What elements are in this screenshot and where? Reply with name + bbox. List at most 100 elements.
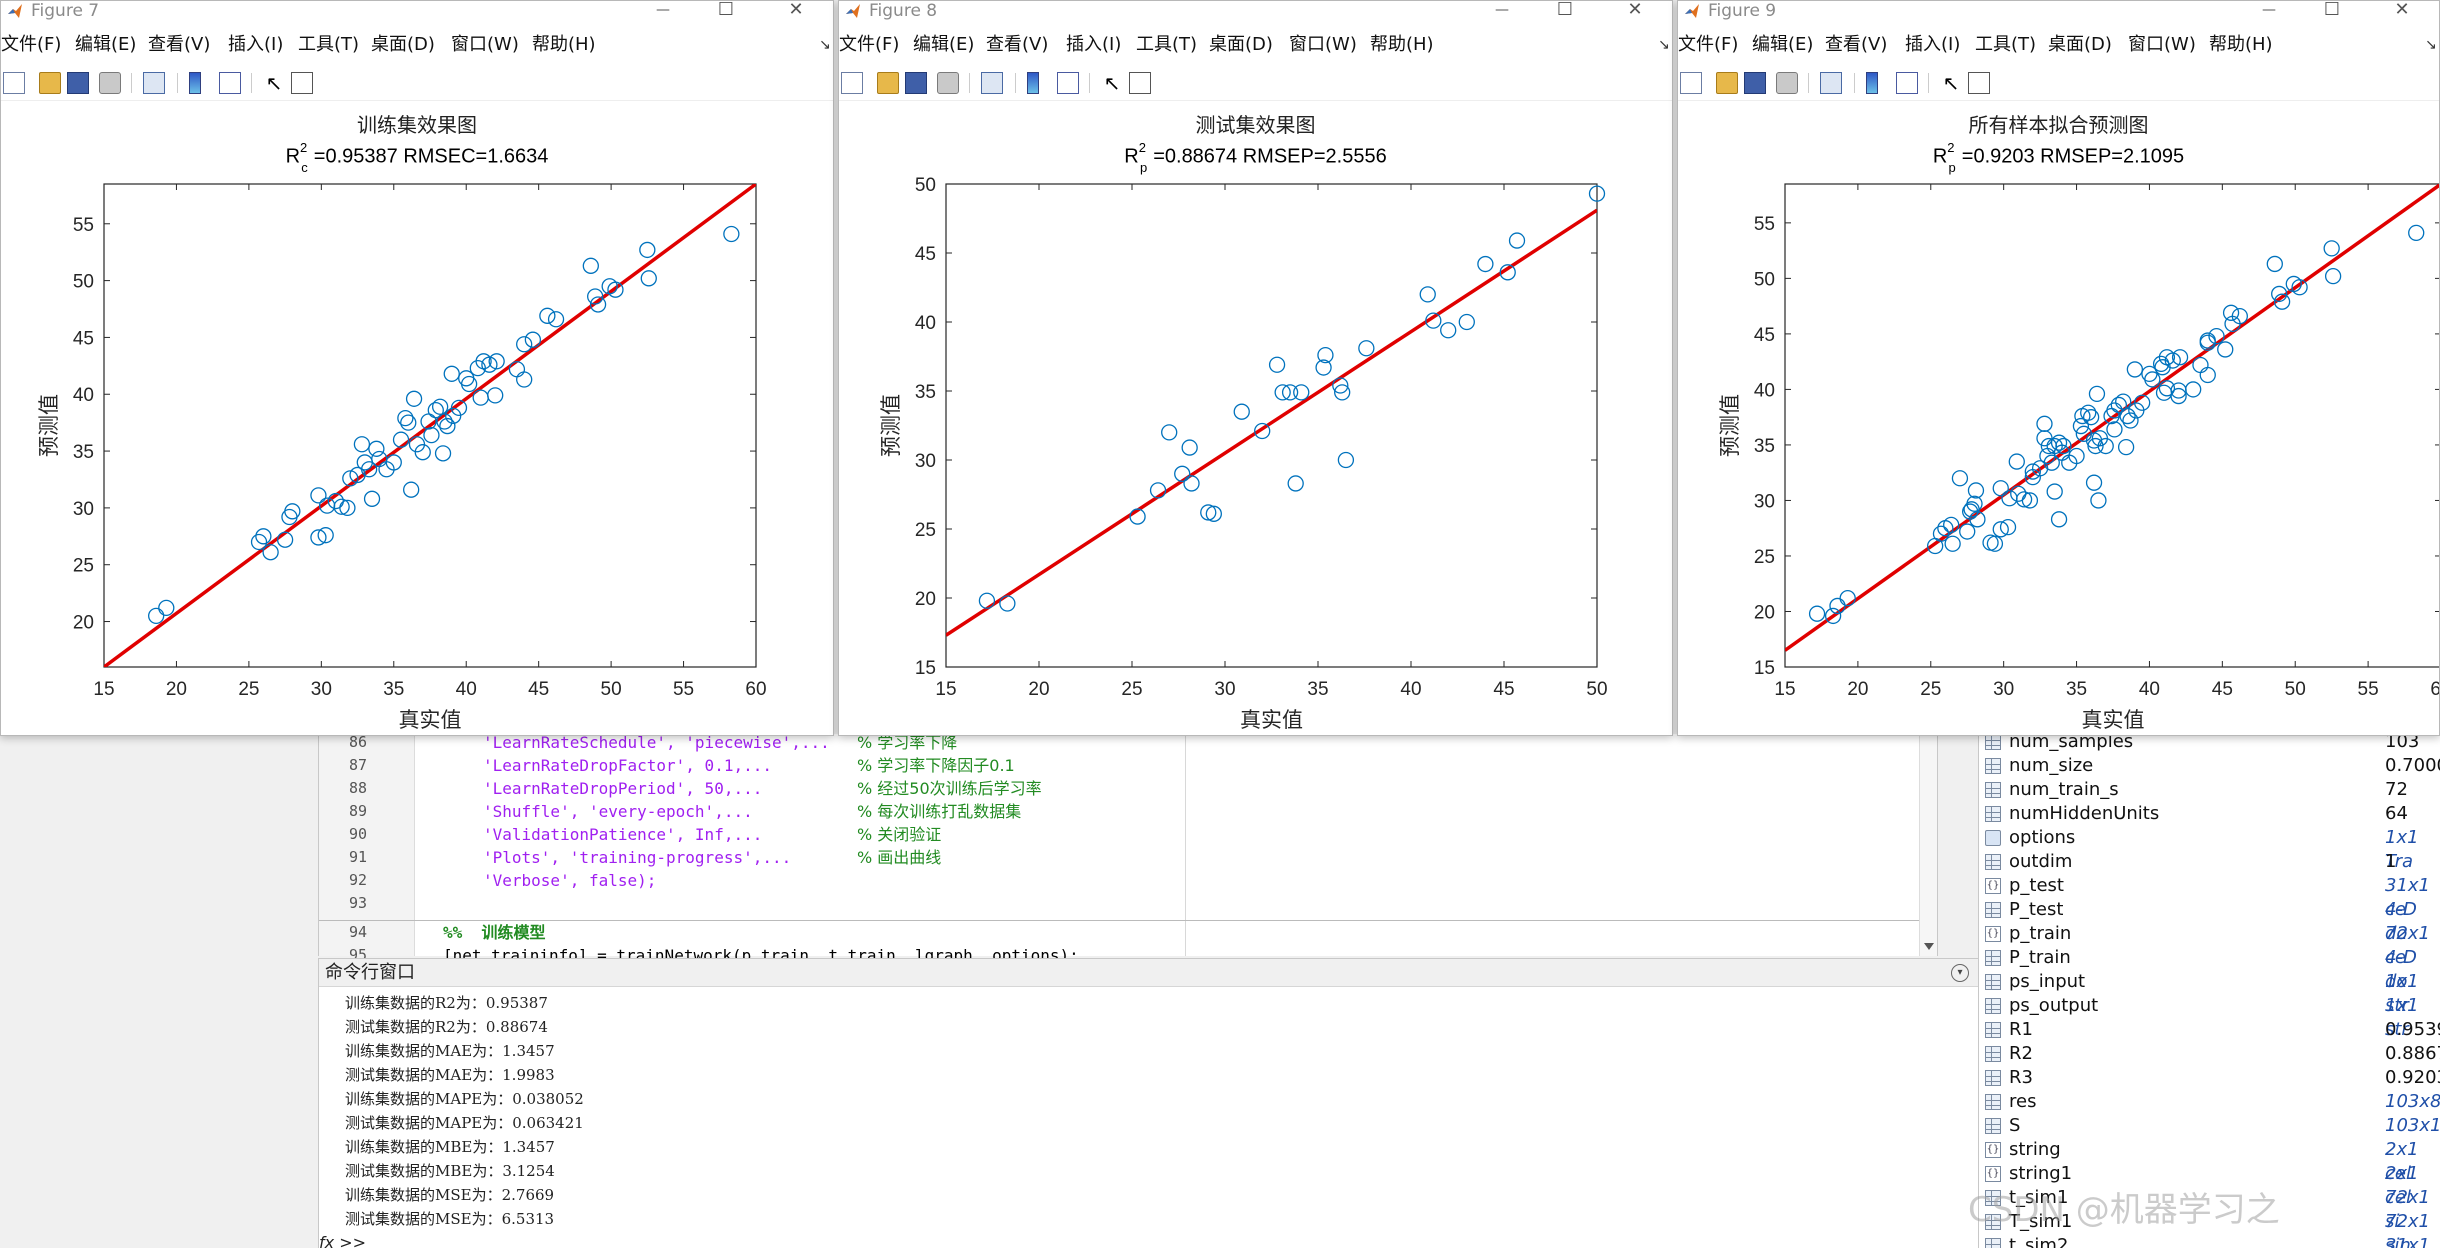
variable-name: ps_output (2009, 995, 2099, 1016)
line-number: 93 (348, 894, 367, 912)
plot-axes[interactable]: 15 20 25 30 35 40 45 50 15 20 25 30 35 40 45 50 真实值 预测值 (839, 1, 1673, 736)
matrix-icon (1985, 902, 2001, 918)
matrix-icon (1985, 998, 2001, 1014)
workspace-row[interactable]: {} p_test 31x1 ce (1979, 874, 2440, 920)
variable-value: 31x1 si (2385, 1235, 2431, 1248)
workspace-row[interactable]: num_size 0.7000 (1979, 754, 2440, 778)
workspace-row[interactable]: R2 0.8867 (1979, 1042, 2440, 1066)
y-tick-label: 20 (915, 589, 936, 610)
matrix-icon (1985, 1046, 2001, 1062)
matlab-desktop: { "figures": [ { "window_title": "Figure… (0, 0, 2440, 1248)
line-number: 88 (348, 779, 367, 797)
output-line: 测试集数据的MAPE为：0.063421 (345, 1114, 584, 1132)
variable-name: numHiddenUnits (2009, 803, 2160, 824)
code-line[interactable]: 90 'ValidationPatience', Inf,... % 关闭验证 (319, 823, 1919, 846)
figure-window[interactable]: Figure 8— ☐ ✕ 文件(F) 编辑(E) 查看(V) 插入(I) 工具(T) 桌面(D… (838, 0, 1673, 736)
code-string: 'ValidationPatience', Inf,... (483, 825, 763, 844)
line-number: 92 (348, 871, 367, 889)
x-tick-label: 60 (2430, 679, 2440, 700)
y-tick-label: 45 (73, 328, 94, 349)
workspace-row[interactable]: R1 0.9539 (1979, 1018, 2440, 1042)
x-tick-label: 45 (528, 679, 549, 700)
matrix-icon (1985, 806, 2001, 822)
workspace-row[interactable]: res 103x8 (1979, 1090, 2440, 1114)
code-line[interactable]: 91 'Plots', 'training-progress',... % 画出曲线 (319, 846, 1919, 869)
code-line[interactable]: 88 'LearnRateDropPeriod', 50,... % 经过50次训练… (319, 777, 1919, 800)
y-axis-label: 预测值 (1718, 394, 1742, 457)
x-tick-label: 30 (1214, 679, 1235, 700)
variable-name: P_train (2009, 947, 2071, 968)
x-tick-label: 55 (673, 679, 694, 700)
plot-axes[interactable]: 15 20 25 30 35 40 45 50 55 60 20 25 30 35 40 45 50 55 真实值 预… (1, 1, 834, 736)
code-comment: % 经过50次训练后学习率 (857, 779, 1042, 798)
code-string: 'Plots', 'training-progress',... (483, 848, 792, 867)
line-number: 91 (348, 848, 367, 866)
matrix-icon (1985, 1022, 2001, 1038)
y-tick-label: 15 (1754, 658, 1775, 679)
code-line[interactable]: 94 %% 训练模型 (319, 921, 1919, 944)
x-tick-label: 50 (2285, 679, 2306, 700)
command-window[interactable]: 命令行窗口 ▾ 训练集数据的R2为：0.95387 测试集数据的R2为：0.886… (318, 958, 1979, 1248)
workspace-row[interactable]: outdim 1 (1979, 850, 2440, 874)
x-tick-label: 35 (383, 679, 404, 700)
y-tick-label: 25 (915, 520, 936, 541)
variable-name: P_test (2009, 899, 2064, 920)
workspace-row[interactable]: ps_output 1x1 str (1979, 994, 2440, 1040)
y-tick-label: 20 (1754, 602, 1775, 623)
x-tick-label: 45 (2212, 679, 2233, 700)
workspace-row[interactable]: P_test 4-D do (1979, 898, 2440, 944)
x-tick-label: 25 (1121, 679, 1142, 700)
x-axis-label: 真实值 (1240, 708, 1303, 732)
figure-window[interactable]: Figure 9— ☐ ✕ 文件(F) 编辑(E) 查看(V) 插入(I) 工具(T) 桌面(D… (1677, 0, 2440, 736)
workspace-row[interactable]: numHiddenUnits 64 (1979, 802, 2440, 826)
workspace-row[interactable]: num_train_s 72 (1979, 778, 2440, 802)
variable-name: R3 (2009, 1067, 2033, 1088)
x-tick-label: 50 (1586, 679, 1607, 700)
x-tick-label: 30 (311, 679, 332, 700)
output-line: 训练集数据的MBE为：1.3457 (345, 1138, 555, 1156)
variable-value: 1 (2385, 851, 2397, 872)
code-line[interactable]: 92 'Verbose', false); (319, 869, 1919, 892)
output-line: 测试集数据的R2为：0.88674 (345, 1018, 548, 1036)
section-title: %% 训练模型 (443, 923, 546, 942)
code-string: 'LearnRateDropPeriod', 50,... (483, 779, 763, 798)
x-tick-label: 35 (1307, 679, 1328, 700)
y-tick-label: 45 (915, 244, 936, 265)
y-tick-label: 50 (915, 175, 936, 196)
line-number: 94 (348, 923, 367, 941)
code-string: 'LearnRateDropFactor', 0.1,... (483, 756, 772, 775)
code-line[interactable]: 87 'LearnRateDropFactor', 0.1,... % 学习率下降因… (319, 754, 1919, 777)
y-tick-label: 20 (73, 613, 94, 634)
workspace-panel[interactable]: num_samples103num_size0.7000num_train_s7… (1978, 731, 2440, 1248)
code-string: 'Shuffle', 'every-epoch',... (483, 802, 753, 821)
workspace-row[interactable]: t_sim2 31x1 si (1979, 1234, 2440, 1248)
workspace-row[interactable]: ps_input 1x1 str (1979, 970, 2440, 1016)
workspace-row[interactable]: R3 0.9203 (1979, 1066, 2440, 1090)
workspace-row[interactable]: options 1x1 Tra (1979, 826, 2440, 872)
line-number: 90 (348, 825, 367, 843)
workspace-row[interactable]: P_train 4-D do (1979, 946, 2440, 992)
variable-value: 0.8867 (2385, 1043, 2440, 1064)
y-axis-label: 预测值 (879, 394, 903, 457)
variable-name: string (2009, 1139, 2061, 1160)
code-line[interactable]: 93 (319, 892, 1919, 915)
matrix-icon (1985, 758, 2001, 774)
x-tick-label: 20 (1028, 679, 1049, 700)
command-prompt[interactable]: fx >> (319, 1233, 366, 1248)
code-line[interactable]: 89 'Shuffle', 'every-epoch',... % 每次训练打乱数据… (319, 800, 1919, 823)
x-tick-label: 40 (2139, 679, 2160, 700)
panel-menu-icon[interactable]: ▾ (1951, 964, 1969, 982)
figure-window[interactable]: Figure 7— ☐ ✕ 文件(F) 编辑(E) 查看(V) 插入(I) 工具(T) 桌面(D… (0, 0, 834, 736)
cell-array-icon: {} (1985, 926, 2001, 942)
workspace-row[interactable]: {} p_train 72x1 ce (1979, 922, 2440, 968)
editor-scrollbar[interactable] (1919, 734, 1937, 956)
y-tick-label: 50 (1754, 269, 1775, 290)
matrix-icon (1985, 782, 2001, 798)
x-tick-label: 15 (93, 679, 114, 700)
code-editor[interactable]: 86 'LearnRateSchedule', 'piecewise',...% … (318, 733, 1938, 965)
workspace-row[interactable]: S 103x1 (1979, 1114, 2440, 1138)
code-string: 'Verbose', false); (483, 871, 657, 890)
workspace-row[interactable]: {} string 2x1 cel (1979, 1138, 2440, 1184)
scroll-down-icon[interactable] (1924, 943, 1934, 950)
plot-axes[interactable]: 15 20 25 30 35 40 45 50 55 60 15 20 25 30 35 40 45 50 55 真实… (1678, 1, 2440, 736)
